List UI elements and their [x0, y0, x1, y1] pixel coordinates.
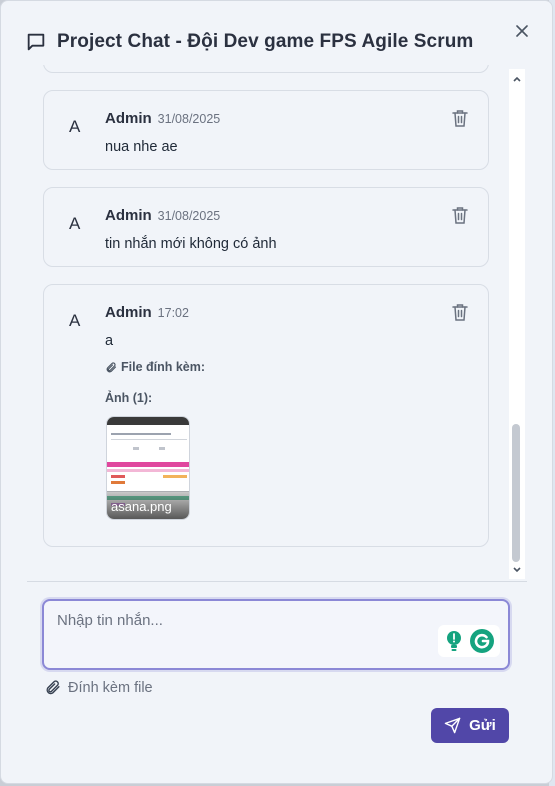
- lightbulb-icon[interactable]: [444, 630, 464, 652]
- thumbnail-preview-line: [111, 433, 171, 435]
- author-name: Admin: [105, 207, 152, 224]
- thumbnail-preview-mark: [111, 481, 125, 484]
- send-label: Gửi: [469, 717, 496, 734]
- thumbnail-preview-mark: [163, 475, 187, 478]
- avatar: A: [69, 117, 81, 136]
- attachments-heading: File đính kèm:: [105, 360, 205, 374]
- paperclip-icon: [106, 361, 117, 372]
- attach-file-label: Đính kèm file: [68, 679, 153, 696]
- thumbnail-preview-bar: [107, 462, 189, 467]
- scrollbar-thumb[interactable]: [512, 424, 520, 562]
- message-input-wrapper: [42, 599, 510, 670]
- attach-file-button[interactable]: Đính kèm file: [44, 679, 153, 696]
- extension-icons: [438, 625, 500, 657]
- message-author: Admin 31/08/2025: [105, 110, 220, 127]
- message-card: A Admin 17:02 a File đính kèm: Ảnh (1):: [43, 284, 489, 547]
- trash-icon: [452, 304, 468, 321]
- thumbnail-preview-mark: [159, 447, 165, 450]
- trash-icon: [452, 110, 468, 127]
- message-time: 31/08/2025: [157, 209, 221, 223]
- message-text: a: [105, 333, 114, 349]
- close-icon: [516, 25, 528, 37]
- thumbnail-preview-mark: [133, 447, 139, 450]
- send-button[interactable]: Gửi: [431, 708, 509, 743]
- thumbnail-preview-topbar: [107, 417, 189, 425]
- grammarly-icon[interactable]: [469, 628, 495, 654]
- close-button[interactable]: [512, 21, 532, 41]
- message-card: A Admin 31/08/2025 tin nhắn mới không có …: [43, 187, 489, 267]
- scroll-down-icon[interactable]: [512, 565, 522, 575]
- composer-divider: [27, 581, 527, 582]
- delete-message-button[interactable]: [452, 109, 470, 127]
- thumbnail-preview-bar: [107, 469, 189, 472]
- thumbnail-preview-mark: [111, 475, 125, 478]
- message-time: 17:02: [157, 306, 189, 320]
- images-count-label: Ảnh (1):: [105, 391, 153, 405]
- message-text: nua nhe ae: [105, 139, 178, 155]
- message-time: 31/08/2025: [157, 112, 221, 126]
- message-text: tin nhắn mới không có ảnh: [105, 236, 277, 252]
- message-list[interactable]: A Admin 31/08/2025 nua nhe ae A Admin 31/0…: [27, 65, 527, 581]
- message-author: Admin 17:02: [105, 304, 189, 321]
- attachments-label: File đính kèm:: [121, 360, 206, 374]
- modal-header: Project Chat - Đội Dev game FPS Agile Sc…: [25, 29, 473, 55]
- send-icon: [444, 717, 461, 734]
- author-name: Admin: [105, 110, 152, 127]
- thumbnail-preview-line: [111, 439, 187, 440]
- page-title: Project Chat - Đội Dev game FPS Agile Sc…: [57, 31, 474, 52]
- delete-message-button[interactable]: [452, 303, 470, 321]
- author-name: Admin: [105, 304, 152, 321]
- avatar: A: [69, 214, 81, 233]
- image-filename: asana.png: [111, 499, 172, 514]
- image-attachment-thumbnail[interactable]: asana.png: [106, 416, 190, 520]
- message-author: Admin 31/08/2025: [105, 207, 220, 224]
- trash-icon: [452, 207, 468, 224]
- scroll-up-icon[interactable]: [512, 74, 522, 84]
- delete-message-button[interactable]: [452, 206, 470, 224]
- avatar: A: [69, 311, 81, 330]
- previous-message-card: [43, 65, 489, 73]
- paperclip-icon: [46, 680, 60, 695]
- chat-bubble-icon: [25, 31, 47, 53]
- chat-modal: Project Chat - Đội Dev game FPS Agile Sc…: [0, 0, 553, 784]
- message-card: A Admin 31/08/2025 nua nhe ae: [43, 90, 489, 170]
- message-list-scrollbar[interactable]: [509, 69, 525, 579]
